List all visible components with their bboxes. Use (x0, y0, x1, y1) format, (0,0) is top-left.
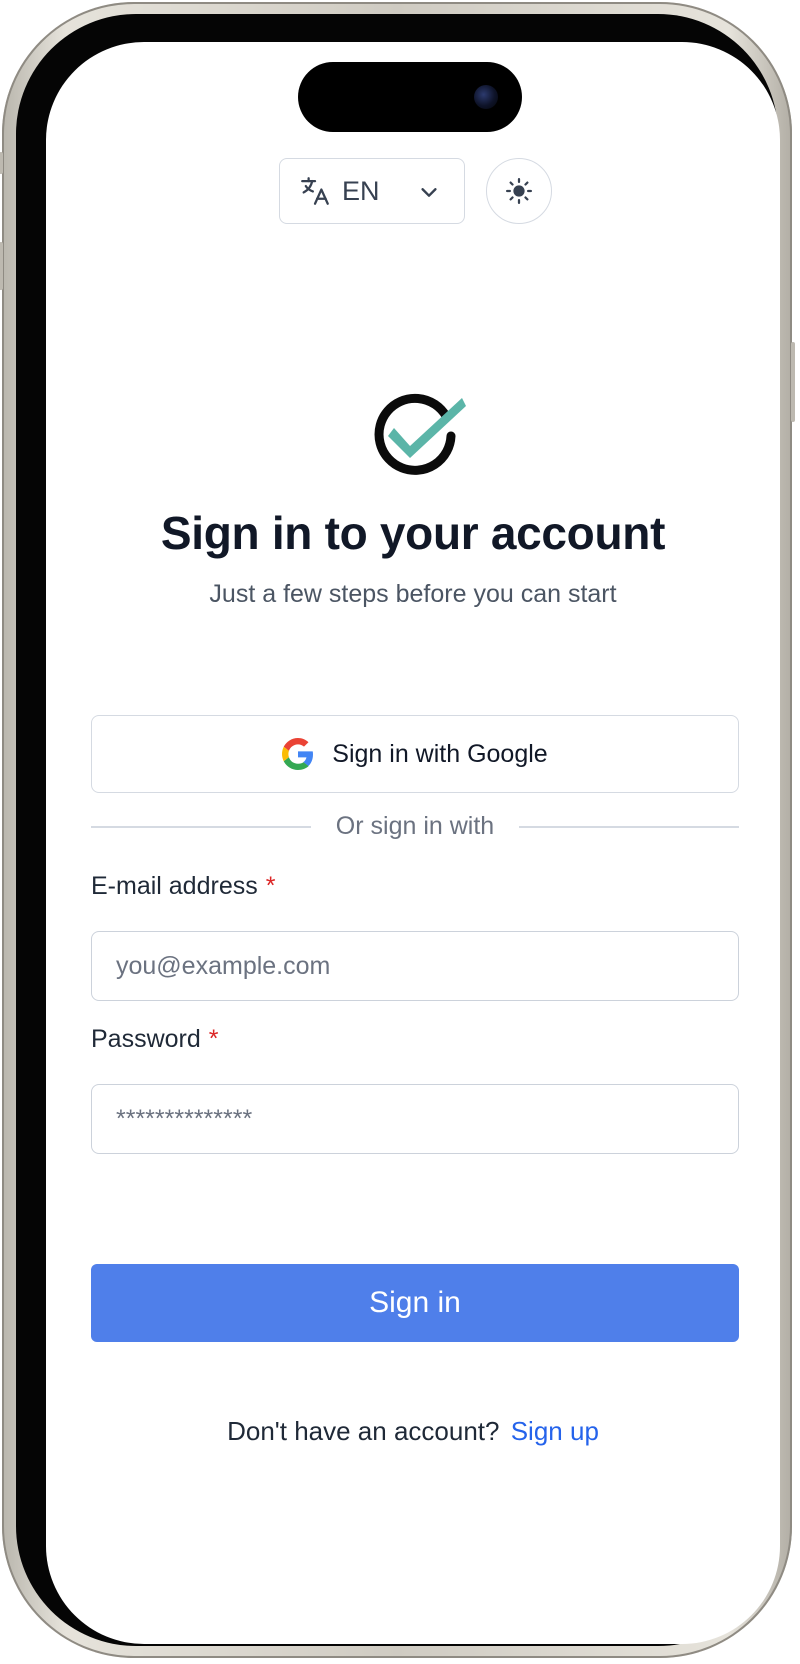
google-signin-button[interactable]: Sign in with Google (91, 715, 739, 793)
divider-text: Or sign in with (335, 812, 495, 840)
camera-icon (474, 85, 498, 109)
google-signin-label: Sign in with Google (332, 739, 548, 768)
google-icon (282, 738, 314, 770)
page-title: Sign in to your account (160, 507, 666, 559)
password-label: Password * (91, 1025, 219, 1054)
phone-side-button (791, 342, 795, 422)
sun-icon (506, 178, 532, 204)
theme-toggle-button[interactable] (486, 158, 552, 224)
email-label: E-mail address * (91, 872, 275, 901)
signup-prompt-text: Don't have an account? (227, 1416, 500, 1446)
screen: EN Sign in to your account Just a few st… (46, 42, 780, 1644)
phone-bezel: EN Sign in to your account Just a few st… (16, 14, 780, 1646)
email-input[interactable] (91, 931, 739, 1001)
required-mark: * (265, 872, 276, 900)
signup-link[interactable]: Sign up (511, 1416, 599, 1446)
page-subtitle: Just a few steps before you can start (209, 580, 617, 608)
dynamic-island (298, 62, 522, 132)
phone-frame: EN Sign in to your account Just a few st… (0, 2, 795, 1658)
translate-icon (301, 177, 329, 205)
signin-button[interactable]: Sign in (91, 1264, 739, 1342)
password-input[interactable] (91, 1084, 739, 1154)
email-label-text: E-mail address (91, 872, 258, 900)
chevron-down-icon (421, 188, 437, 197)
check-circle-logo (374, 393, 466, 475)
language-code: EN (342, 175, 380, 206)
language-selector[interactable]: EN (279, 158, 465, 224)
or-divider: Or sign in with (91, 812, 739, 842)
phone-side-button (0, 152, 3, 174)
phone-side-button (0, 242, 3, 290)
password-label-text: Password (91, 1025, 201, 1053)
required-mark: * (208, 1025, 219, 1053)
signup-prompt: Don't have an account? Sign up (46, 1416, 780, 1447)
